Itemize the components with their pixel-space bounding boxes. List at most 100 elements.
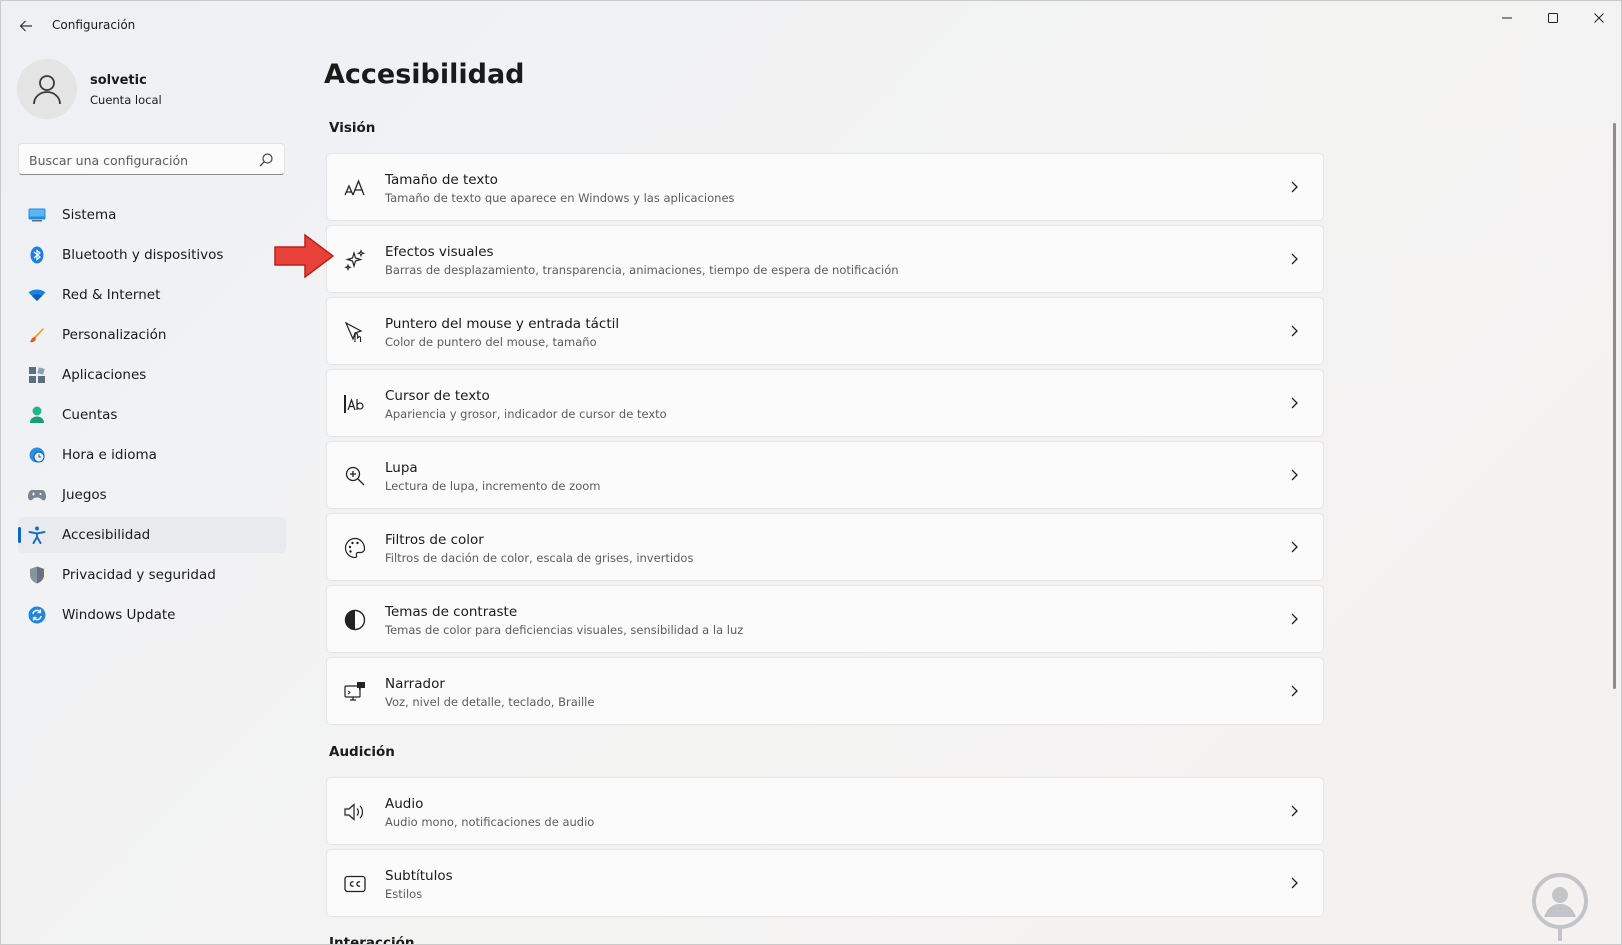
setting-magnifier[interactable]: Lupa Lectura de lupa, incremento de zoom	[326, 441, 1324, 509]
speaker-icon	[343, 800, 367, 824]
close-icon	[1594, 13, 1604, 23]
sparkle-icon	[343, 248, 367, 272]
setting-mouse-pointer[interactable]: Puntero del mouse y entrada táctil Color…	[326, 297, 1324, 365]
chevron-right-icon	[1291, 253, 1298, 265]
page-title: Accesibilidad	[324, 59, 525, 90]
setting-description: Tamaño de texto que aparece en Windows y…	[385, 191, 735, 205]
sidebar-item-accesibilidad[interactable]: Accesibilidad	[18, 517, 286, 553]
sidebar-item-label: Privacidad y seguridad	[62, 567, 216, 583]
setting-title: Puntero del mouse y entrada táctil	[385, 316, 620, 332]
bluetooth-icon	[28, 246, 46, 264]
close-button[interactable]	[1576, 1, 1621, 35]
setting-title: Subtítulos	[385, 868, 453, 884]
setting-visual-effects[interactable]: Efectos visuales Barras de desplazamient…	[326, 225, 1324, 293]
section-title-audicion: Audición	[329, 744, 395, 760]
sidebar-item-label: Red & Internet	[62, 287, 161, 303]
setting-title: Cursor de texto	[385, 388, 490, 404]
section-title-interaccion: Interacción	[329, 935, 415, 945]
sidebar-item-label: Bluetooth y dispositivos	[62, 247, 224, 263]
sidebar-item-label: Sistema	[62, 207, 117, 223]
setting-description: Apariencia y grosor, indicador de cursor…	[385, 407, 667, 421]
closed-captions-icon	[343, 872, 367, 896]
setting-description: Filtros de dación de color, escala de gr…	[385, 551, 694, 565]
minimize-button[interactable]	[1484, 1, 1530, 35]
sidebar-item-hora[interactable]: Hora e idioma	[18, 437, 286, 473]
solvetic-logo-watermark	[1532, 873, 1588, 941]
back-button[interactable]	[15, 15, 37, 37]
setting-description: Color de puntero del mouse, tamaño	[385, 335, 597, 349]
text-size-icon	[343, 176, 367, 200]
section-title-vision: Visión	[329, 120, 376, 136]
sidebar-item-windows-update[interactable]: Windows Update	[18, 597, 286, 633]
apps-icon	[28, 366, 46, 384]
sidebar-item-aplicaciones[interactable]: Aplicaciones	[18, 357, 286, 393]
sidebar-item-label: Personalización	[62, 327, 167, 343]
setting-title: Efectos visuales	[385, 244, 494, 260]
setting-title: Temas de contraste	[385, 604, 518, 620]
sidebar-item-label: Accesibilidad	[62, 527, 151, 543]
accessibility-icon	[28, 526, 46, 544]
title-bar: Configuración	[1, 1, 1621, 49]
settings-window: Configuración solvetic Cuenta local Sist…	[0, 0, 1622, 945]
sidebar-item-privacidad[interactable]: Privacidad y seguridad	[18, 557, 286, 593]
setting-contrast-themes[interactable]: Temas de contraste Temas de color para d…	[326, 585, 1324, 653]
search-input[interactable]	[29, 150, 249, 170]
palette-icon	[343, 536, 367, 560]
back-arrow-icon	[19, 20, 32, 32]
chevron-right-icon	[1291, 469, 1298, 481]
search-icon[interactable]	[258, 152, 274, 168]
chevron-right-icon	[1291, 397, 1298, 409]
setting-text-size[interactable]: Tamaño de texto Tamaño de texto que apar…	[326, 153, 1324, 221]
sidebar-item-juegos[interactable]: Juegos	[18, 477, 286, 513]
sidebar-item-label: Juegos	[62, 487, 107, 503]
person-icon	[28, 406, 46, 424]
window-title: Configuración	[52, 18, 136, 32]
pointer-touch-icon	[343, 320, 367, 344]
setting-title: Lupa	[385, 460, 418, 476]
setting-title: Tamaño de texto	[385, 172, 498, 188]
sidebar-item-sistema[interactable]: Sistema	[18, 197, 286, 233]
setting-description: Temas de color para deficiencias visuale…	[385, 623, 744, 637]
setting-description: Voz, nivel de detalle, teclado, Braille	[385, 695, 595, 709]
brush-icon	[28, 326, 46, 344]
chevron-right-icon	[1291, 805, 1298, 817]
red-arrow-annotation	[274, 233, 335, 279]
chevron-right-icon	[1291, 613, 1298, 625]
setting-description: Audio mono, notificaciones de audio	[385, 815, 595, 829]
vision-settings-list: Tamaño de texto Tamaño de texto que apar…	[326, 153, 1324, 729]
shield-icon	[28, 566, 46, 584]
contrast-icon	[343, 608, 367, 632]
scrollbar-thumb[interactable]	[1613, 123, 1616, 689]
chevron-right-icon	[1291, 181, 1298, 193]
maximize-icon	[1548, 13, 1558, 23]
globe-clock-icon	[28, 446, 46, 464]
setting-title: Audio	[385, 796, 424, 812]
search-box[interactable]	[18, 143, 285, 175]
sidebar-item-label: Windows Update	[62, 607, 176, 623]
wifi-icon	[28, 286, 46, 304]
setting-captions[interactable]: Subtítulos Estilos	[326, 849, 1324, 917]
hearing-settings-list: Audio Audio mono, notificaciones de audi…	[326, 777, 1324, 921]
sidebar-item-personalizacion[interactable]: Personalización	[18, 317, 286, 353]
monitor-icon	[28, 206, 46, 224]
sidebar-item-red[interactable]: Red & Internet	[18, 277, 286, 313]
user-profile[interactable]: solvetic Cuenta local	[17, 59, 287, 119]
setting-description: Barras de desplazamiento, transparencia,…	[385, 263, 899, 277]
minimize-icon	[1502, 17, 1512, 19]
sidebar-nav: Sistema Bluetooth y dispositivos Red & I…	[18, 197, 286, 637]
sidebar-item-bluetooth[interactable]: Bluetooth y dispositivos	[18, 237, 286, 273]
setting-title: Narrador	[385, 676, 445, 692]
chevron-right-icon	[1291, 877, 1298, 889]
maximize-button[interactable]	[1530, 1, 1576, 35]
setting-audio[interactable]: Audio Audio mono, notificaciones de audi…	[326, 777, 1324, 845]
sidebar-item-cuentas[interactable]: Cuentas	[18, 397, 286, 433]
setting-description: Estilos	[385, 887, 423, 901]
setting-color-filters[interactable]: Filtros de color Filtros de dación de co…	[326, 513, 1324, 581]
sidebar-item-label: Hora e idioma	[62, 447, 157, 463]
magnifier-icon	[343, 464, 367, 488]
setting-narrator[interactable]: Narrador Voz, nivel de detalle, teclado,…	[326, 657, 1324, 725]
gamepad-icon	[28, 486, 46, 504]
setting-text-cursor[interactable]: Cursor de texto Apariencia y grosor, ind…	[326, 369, 1324, 437]
narrator-icon	[343, 680, 367, 704]
chevron-right-icon	[1291, 685, 1298, 697]
